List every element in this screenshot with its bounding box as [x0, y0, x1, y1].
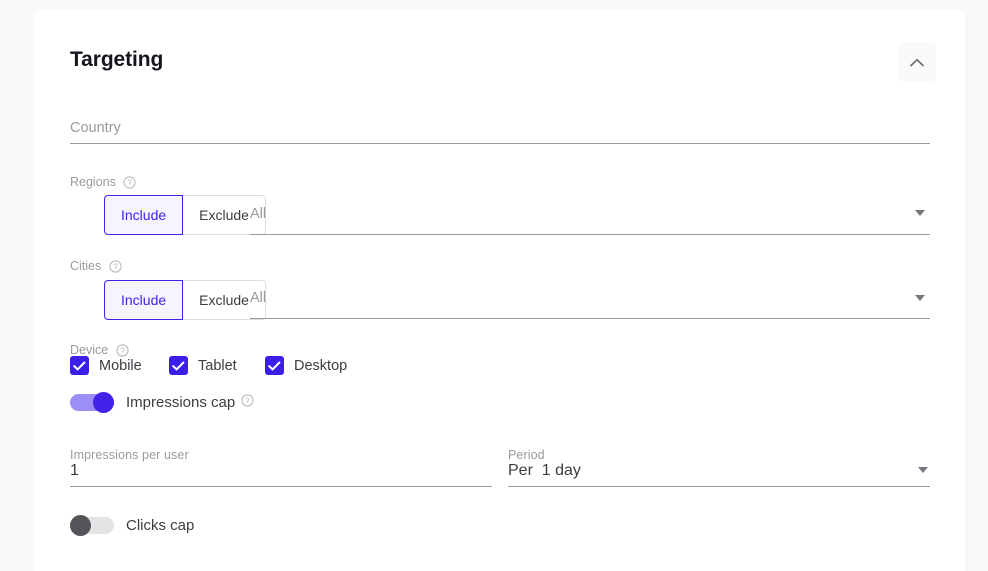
- country-placeholder: Country: [70, 120, 121, 136]
- checkmark-icon: [268, 361, 281, 370]
- svg-text:?: ?: [120, 346, 125, 355]
- cities-label: Cities ?: [70, 259, 122, 276]
- device-checkbox-desktop[interactable]: Desktop: [265, 356, 347, 375]
- svg-text:?: ?: [245, 396, 250, 405]
- regions-select-placeholder: All: [250, 206, 267, 222]
- impressions-cap-toggle[interactable]: [70, 392, 114, 413]
- period-label: Period: [508, 448, 545, 462]
- period-underline: [508, 486, 930, 487]
- regions-include-exclude-group: Include Exclude: [104, 195, 266, 235]
- impressions-cap-row: Impressions cap ?: [70, 392, 254, 413]
- cities-select-underline: [250, 318, 930, 319]
- impressions-cap-label: Impressions cap: [126, 394, 236, 411]
- toggle-knob: [70, 515, 91, 536]
- collapse-section-button[interactable]: [898, 42, 936, 82]
- impressions-per-user-underline: [70, 486, 492, 487]
- device-checkbox-mobile-label: Mobile: [99, 357, 142, 374]
- chevron-down-icon[interactable]: [915, 210, 925, 216]
- regions-label: Regions ?: [70, 175, 136, 192]
- cities-select-placeholder: All: [250, 290, 267, 306]
- clicks-cap-row: Clicks cap: [70, 515, 194, 536]
- cities-include-exclude-group: Include Exclude: [104, 280, 266, 320]
- regions-select-underline: [250, 234, 930, 235]
- card-header: Targeting: [34, 10, 965, 98]
- country-underline: [70, 143, 930, 144]
- clicks-cap-toggle[interactable]: [70, 515, 114, 536]
- clicks-cap-label: Clicks cap: [126, 517, 195, 534]
- device-checkbox-tablet-label: Tablet: [198, 357, 237, 374]
- impressions-per-user-label: Impressions per user: [70, 448, 189, 462]
- checkmark-icon: [172, 361, 185, 370]
- chevron-down-icon[interactable]: [918, 467, 928, 473]
- checkbox-checked-box[interactable]: [265, 356, 284, 375]
- cities-include-button[interactable]: Include: [104, 280, 184, 320]
- chevron-down-icon[interactable]: [915, 295, 925, 301]
- targeting-card: Targeting Country Regions ? Include Excl…: [34, 10, 965, 571]
- period-value: Per 1 day: [508, 462, 581, 479]
- page-title: Targeting: [70, 48, 164, 71]
- svg-text:?: ?: [128, 178, 133, 187]
- device-checkbox-mobile[interactable]: Mobile: [70, 356, 142, 375]
- checkmark-icon: [73, 361, 86, 370]
- help-circle-icon[interactable]: ?: [241, 393, 254, 412]
- help-circle-icon[interactable]: ?: [123, 176, 136, 192]
- checkbox-checked-box[interactable]: [70, 356, 89, 375]
- regions-include-button[interactable]: Include: [104, 195, 184, 235]
- toggle-knob: [93, 392, 114, 413]
- help-circle-icon[interactable]: ?: [109, 260, 122, 276]
- device-checkbox-desktop-label: Desktop: [294, 357, 348, 374]
- svg-text:?: ?: [113, 262, 118, 271]
- device-checkbox-tablet[interactable]: Tablet: [169, 356, 237, 375]
- chevron-up-icon: [910, 58, 924, 67]
- checkbox-checked-box[interactable]: [169, 356, 188, 375]
- impressions-per-user-value: 1: [70, 462, 79, 479]
